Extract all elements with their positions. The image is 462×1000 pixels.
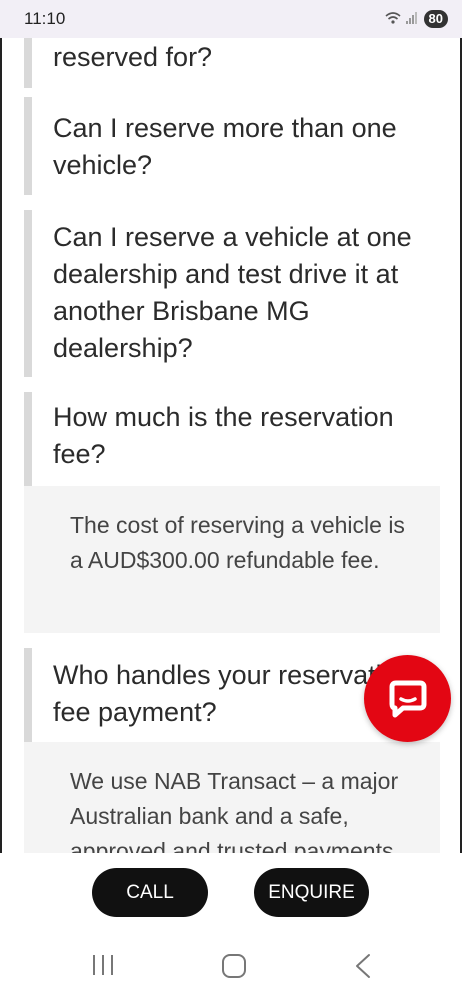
faq-question[interactable]: Can I reserve more than one vehicle? xyxy=(24,97,440,195)
back-icon[interactable] xyxy=(356,954,370,978)
action-bar: CALL ENQUIRE xyxy=(0,853,462,933)
faq-question-text: reserved for? xyxy=(53,42,213,72)
chat-bubble-icon xyxy=(389,680,426,717)
faq-question-text: Who handles your reservation fee payment… xyxy=(53,660,412,727)
faq-question-text: How much is the reservation fee? xyxy=(53,402,394,469)
faq-question[interactable]: How much is the reservation fee? xyxy=(24,392,440,486)
recent-apps-icon[interactable] xyxy=(93,955,113,975)
enquire-button[interactable]: ENQUIRE xyxy=(254,868,369,917)
faq-answer-text: The cost of reserving a vehicle is a AUD… xyxy=(70,512,405,573)
faq-answer-text: We use NAB Transact – a major Australian… xyxy=(70,768,399,853)
battery-indicator: 80 xyxy=(423,10,448,28)
status-icons-group: 80 xyxy=(384,10,448,28)
faq-question[interactable]: Can I reserve a vehicle at one dealershi… xyxy=(24,210,440,377)
wifi-signal-icon xyxy=(384,11,418,28)
status-time: 11:10 xyxy=(24,9,66,28)
faq-answer: We use NAB Transact – a major Australian… xyxy=(24,742,440,853)
faq-question-text: Can I reserve a vehicle at one dealershi… xyxy=(53,222,412,363)
status-bar: 11:10 80 xyxy=(0,0,462,38)
live-chat-button[interactable] xyxy=(364,655,451,742)
android-nav-bar xyxy=(0,933,462,1000)
faq-question[interactable]: reserved for? xyxy=(24,38,440,88)
home-icon[interactable] xyxy=(222,954,246,978)
call-button[interactable]: CALL xyxy=(92,868,208,917)
faq-answer: The cost of reserving a vehicle is a AUD… xyxy=(24,486,440,633)
faq-question-text: Can I reserve more than one vehicle? xyxy=(53,113,397,180)
